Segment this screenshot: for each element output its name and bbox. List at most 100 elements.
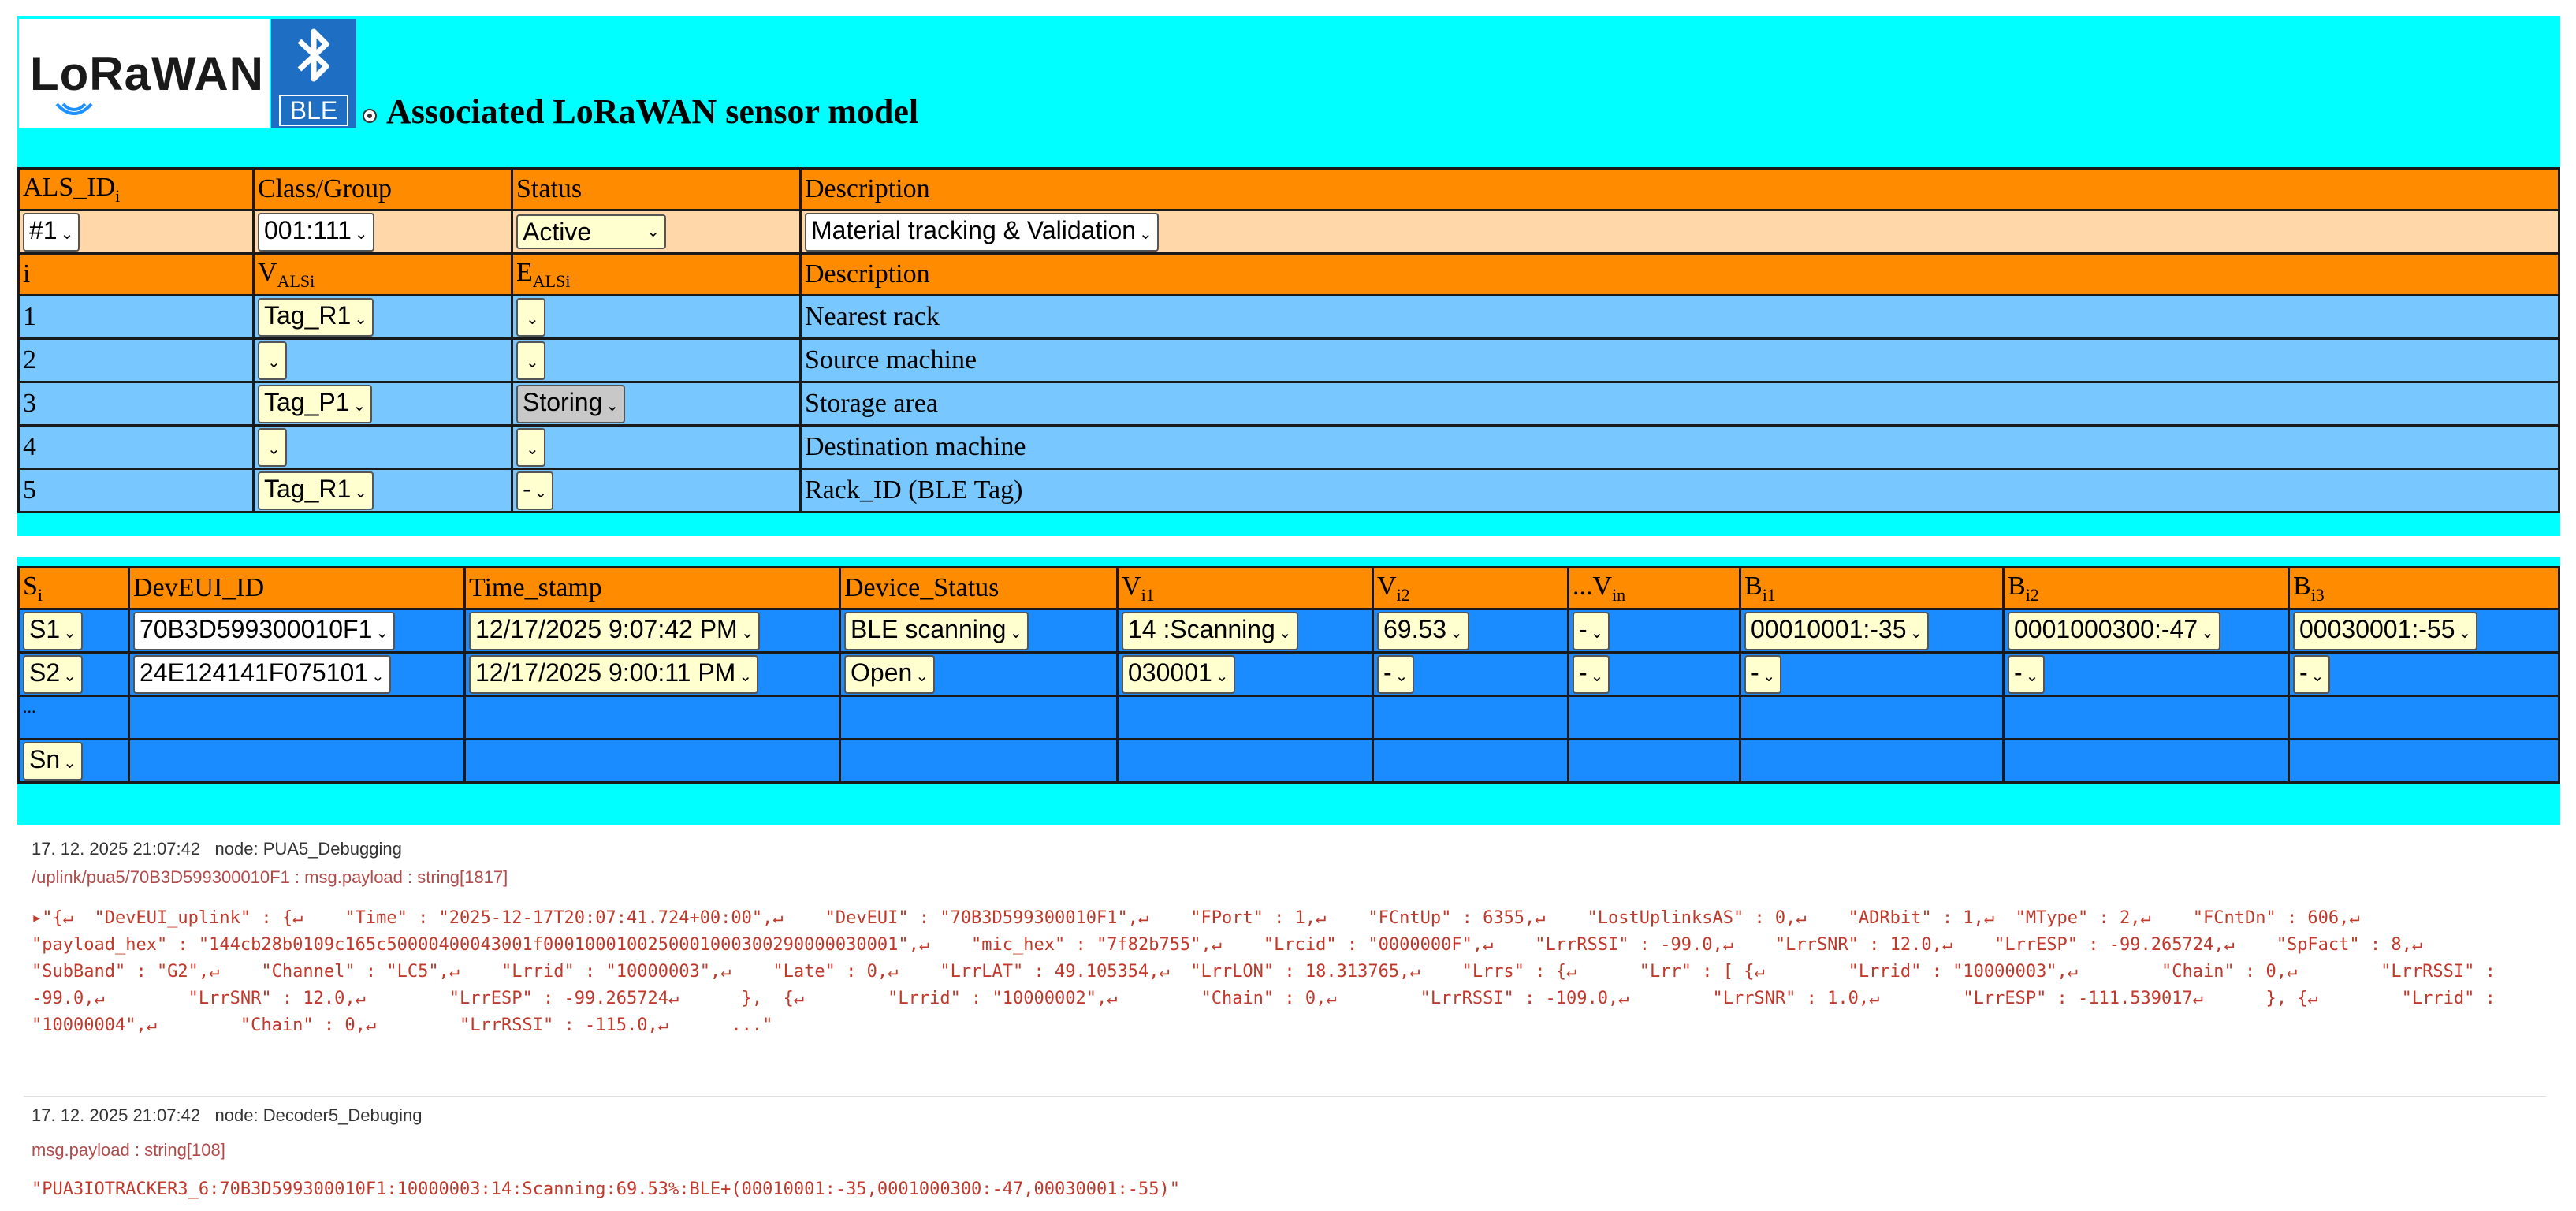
bi2-select[interactable]: 0001000300:-47 ⌄ xyxy=(2008,611,2220,650)
chevron-down-icon: ⌄ xyxy=(1590,624,1604,642)
chevron-down-icon: ⌄ xyxy=(740,624,754,642)
header-e-alsi: EALSi xyxy=(511,252,802,296)
debug-payload[interactable]: "PUA3IOTRACKER3_6:70B3D599300010F1:10000… xyxy=(32,1176,2507,1203)
debug-node: node: Decoder5_Debuging xyxy=(214,1105,423,1125)
radio-button[interactable] xyxy=(363,109,377,123)
bi1-select[interactable]: - ⌄ xyxy=(1744,654,1782,694)
page-title: Associated LoRaWAN sensor model xyxy=(386,92,919,131)
header-device-status: Device_Status xyxy=(839,566,1119,610)
device-status-select[interactable]: Open ⌄ xyxy=(844,654,936,694)
model-row: 5 Tag_R1 ⌄ - ⌄ Rack_ID (BLE Tag) xyxy=(17,468,2560,513)
chevron-down-icon: ⌄ xyxy=(1215,667,1229,685)
chevron-down-icon: ⌄ xyxy=(375,624,389,642)
sensor-table-panel: Si DevEUI_ID Time_stamp Device_Status Vi… xyxy=(17,557,2560,825)
als-id-select[interactable]: #1 ⌄ xyxy=(23,212,80,252)
chevron-down-icon: ⌄ xyxy=(1394,667,1409,685)
debug-meta: 17. 12. 2025 21:07:42 node: PUA5_Debuggi… xyxy=(32,839,2507,859)
debug-message: 17. 12. 2025 21:07:42 node: PUA5_Debuggi… xyxy=(32,839,2507,1039)
chevron-down-icon: ⌄ xyxy=(915,667,929,685)
v-select[interactable]: Tag_R1 ⌄ xyxy=(258,471,374,510)
ble-label: BLE xyxy=(279,95,348,126)
class-group-select[interactable]: 001:111 ⌄ xyxy=(258,212,374,252)
lora-waves-icon xyxy=(55,102,93,115)
chevron-down-icon: ⌄ xyxy=(646,223,660,240)
v-select[interactable]: ⌄ xyxy=(258,341,287,380)
chevron-down-icon: ⌄ xyxy=(1909,624,1923,642)
v-select[interactable]: Tag_R1 ⌄ xyxy=(258,297,374,337)
sensor-row: Sn ⌄ xyxy=(17,738,2560,784)
v-select[interactable]: Tag_P1 ⌄ xyxy=(258,384,373,423)
sensor-row: S1 ⌄ 70B3D599300010F1 ⌄ 12/17/2025 9:07:42… xyxy=(17,608,2560,654)
header-vi1: Vi1 xyxy=(1116,566,1374,610)
header-timestamp: Time_stamp xyxy=(463,566,841,610)
v-select[interactable]: ⌄ xyxy=(258,427,287,467)
chevron-down-icon: ⌄ xyxy=(352,397,367,415)
chevron-down-icon: ⌄ xyxy=(605,397,620,415)
description-select[interactable]: Material tracking & Validation ⌄ xyxy=(805,212,1159,252)
bi2-select[interactable]: - ⌄ xyxy=(2008,654,2046,694)
e-select[interactable]: ⌄ xyxy=(516,341,545,380)
header-status: Status xyxy=(511,167,802,211)
sensor-ellipsis-row: ... xyxy=(17,695,2560,740)
header-vi2: Vi2 xyxy=(1372,566,1569,610)
header-i: i xyxy=(17,252,255,296)
header-bi2: Bi2 xyxy=(2002,566,2290,610)
chevron-down-icon: ⌄ xyxy=(63,624,76,642)
e-select[interactable]: Storing ⌄ xyxy=(516,384,626,423)
sensor-select[interactable]: Sn ⌄ xyxy=(23,741,83,781)
model-table-panel: ALS_IDi Class/Group Status Description #… xyxy=(17,156,2560,536)
debug-payload[interactable]: ▸"{↵ "DevEUI_uplink" : {↵ "Time" : "2025… xyxy=(32,905,2507,1039)
chevron-down-icon: ⌄ xyxy=(1009,624,1023,642)
vi1-select[interactable]: 14 :Scanning ⌄ xyxy=(1122,611,1298,650)
vi2-select[interactable]: 69.53 ⌄ xyxy=(1377,611,1469,650)
header-v-alsi: VALSi xyxy=(252,252,513,296)
sensor-select[interactable]: S2 ⌄ xyxy=(23,654,83,694)
chevron-down-icon: ⌄ xyxy=(267,353,281,371)
chevron-down-icon: ⌄ xyxy=(354,310,368,328)
header-als-id: ALS_IDi xyxy=(17,167,255,211)
log-divider xyxy=(24,1096,2546,1097)
vi2-select[interactable]: - ⌄ xyxy=(1377,654,1415,694)
header-bi1: Bi1 xyxy=(1739,566,2005,610)
lorawan-logo-text: LoRaWAN xyxy=(30,47,264,100)
vin-select[interactable]: - ⌄ xyxy=(1573,654,1610,694)
deveui-select[interactable]: 24E124141F075101 ⌄ xyxy=(133,654,391,694)
debug-topic[interactable]: /uplink/pua5/70B3D599300010F1 : msg.payl… xyxy=(32,867,2507,888)
chevron-down-icon: ⌄ xyxy=(354,225,368,243)
debug-topic[interactable]: msg.payload : string[108] xyxy=(32,1140,2507,1161)
debug-timestamp: 17. 12. 2025 21:07:42 xyxy=(32,839,201,859)
model-row: 4 ⌄ ⌄ Destination machine xyxy=(17,424,2560,470)
chevron-down-icon: ⌄ xyxy=(63,754,76,772)
header-si: Si xyxy=(17,566,130,610)
status-select[interactable]: Active ⌄ xyxy=(516,214,666,249)
bluetooth-icon xyxy=(297,28,329,82)
timestamp-select[interactable]: 12/17/2025 9:00:11 PM ⌄ xyxy=(469,654,759,694)
model-row: 1 Tag_R1 ⌄ ⌄ Nearest rack xyxy=(17,294,2560,340)
bi1-select[interactable]: 00010001:-35 ⌄ xyxy=(1744,611,1930,650)
chevron-down-icon: ⌄ xyxy=(267,440,281,458)
header-class-group: Class/Group xyxy=(252,167,513,211)
bi3-select[interactable]: 00030001:-55 ⌄ xyxy=(2293,611,2478,650)
chevron-down-icon: ⌄ xyxy=(63,667,76,685)
header-vin: ...Vin xyxy=(1567,566,1741,610)
e-select[interactable]: ⌄ xyxy=(516,427,545,467)
chevron-down-icon: ⌄ xyxy=(2310,667,2325,685)
chevron-down-icon: ⌄ xyxy=(1139,225,1152,243)
chevron-down-icon: ⌄ xyxy=(526,353,539,371)
chevron-down-icon: ⌄ xyxy=(526,440,539,458)
e-select[interactable]: - ⌄ xyxy=(516,471,554,510)
device-status-select[interactable]: BLE scanning ⌄ xyxy=(844,611,1029,650)
bi3-select[interactable]: - ⌄ xyxy=(2293,654,2331,694)
sensor-header-row: Si DevEUI_ID Time_stamp Device_Status Vi… xyxy=(17,566,2560,610)
e-select[interactable]: ⌄ xyxy=(516,297,545,337)
chevron-down-icon: ⌄ xyxy=(1762,667,1776,685)
sensor-select[interactable]: S1 ⌄ xyxy=(23,611,83,650)
vin-select[interactable]: - ⌄ xyxy=(1573,611,1610,650)
model-table: ALS_IDi Class/Group Status Description #… xyxy=(17,167,2560,513)
timestamp-select[interactable]: 12/17/2025 9:07:42 PM ⌄ xyxy=(469,611,761,650)
vi1-select[interactable]: 030001 ⌄ xyxy=(1122,654,1235,694)
deveui-select[interactable]: 70B3D599300010F1 ⌄ xyxy=(133,611,396,650)
lorawan-logo: LoRaWAN xyxy=(19,19,270,128)
model-subheader-row: i VALSi EALSi Description xyxy=(17,252,2560,296)
chevron-down-icon: ⌄ xyxy=(371,667,385,685)
